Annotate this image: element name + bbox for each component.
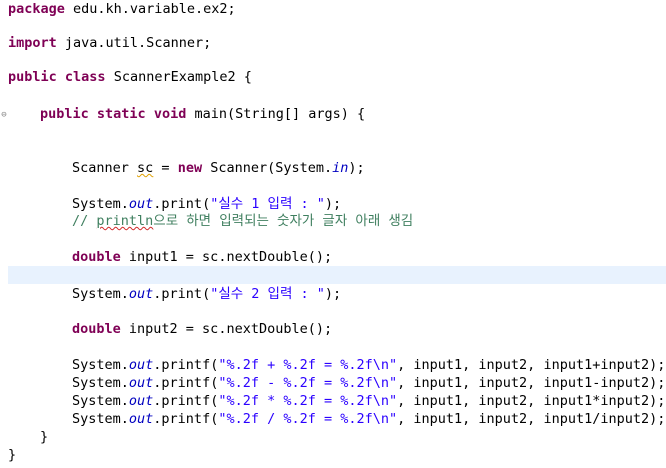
comment-text: 으로 하면 입력되는 숫자가 글자 아래 생김 bbox=[153, 213, 414, 229]
static-field: out bbox=[128, 286, 154, 302]
static-field: out bbox=[128, 411, 154, 427]
keyword: package bbox=[8, 1, 65, 17]
code-text: ); bbox=[348, 160, 365, 176]
code-line-print-1[interactable]: System.out.print("실수 1 입력 : "); bbox=[72, 195, 341, 213]
code-text: .printf( bbox=[153, 357, 219, 373]
code-text: .printf( bbox=[153, 393, 219, 409]
keyword: static bbox=[96, 106, 146, 122]
code-line-printf-add[interactable]: System.out.printf("%.2f + %.2f = %.2f\n"… bbox=[72, 356, 665, 374]
code-text: ScannerExample2 { bbox=[105, 69, 252, 85]
keyword: double bbox=[72, 249, 121, 265]
code-text: main(String[] args) { bbox=[186, 106, 366, 122]
code-line-printf-mul[interactable]: System.out.printf("%.2f * %.2f = %.2f\n"… bbox=[72, 392, 665, 410]
string-literal: "실수 1 입력 : " bbox=[210, 196, 325, 212]
code-text: input1 = sc.nextDouble(); bbox=[120, 249, 333, 265]
fold-collapse-icon[interactable]: ⊖ bbox=[0, 110, 8, 120]
code-line-import[interactable]: import java.util.Scanner; bbox=[8, 34, 211, 52]
code-text: System. bbox=[72, 375, 129, 391]
code-line-package[interactable]: package edu.kh.variable.ex2; bbox=[8, 0, 236, 18]
string-literal: "실수 2 입력 : " bbox=[210, 286, 325, 302]
keyword: new bbox=[177, 160, 203, 176]
code-line-close-method[interactable]: } bbox=[40, 428, 48, 446]
code-line-close-class[interactable]: } bbox=[8, 446, 16, 464]
comment-text: // bbox=[72, 213, 97, 229]
code-text: , input1, input2, input1*input2); bbox=[397, 393, 666, 409]
spelling-error: println bbox=[96, 213, 154, 229]
code-text: System. bbox=[72, 357, 129, 373]
code-text: = bbox=[153, 160, 178, 176]
code-line-main-method[interactable]: public static void main(String[] args) { bbox=[40, 105, 365, 123]
code-line-print-2[interactable]: System.out.print("실수 2 입력 : "); bbox=[72, 285, 341, 303]
code-text: ); bbox=[324, 286, 342, 302]
code-text: .printf( bbox=[153, 411, 219, 427]
static-field: out bbox=[128, 196, 154, 212]
string-literal: "%.2f * %.2f = %.2f\n" bbox=[218, 393, 398, 409]
static-field: out bbox=[128, 357, 154, 373]
unused-variable-warning: sc bbox=[137, 160, 154, 176]
code-editor[interactable]: ⊖ package edu.kh.variable.ex2; import ja… bbox=[0, 0, 666, 468]
string-literal: "%.2f - %.2f = %.2f\n" bbox=[218, 375, 398, 391]
keyword: import bbox=[8, 35, 57, 51]
code-line-comment[interactable]: // println으로 하면 입력되는 숫자가 글자 아래 생김 bbox=[72, 212, 413, 230]
code-line-input1[interactable]: double input1 = sc.nextDouble(); bbox=[72, 248, 332, 266]
code-line-scanner[interactable]: Scanner sc = new Scanner(System.in); bbox=[72, 159, 365, 177]
static-field: out bbox=[128, 375, 154, 391]
code-text: , input1, input2, input1-input2); bbox=[397, 375, 666, 391]
keyword: void bbox=[153, 106, 187, 122]
code-text: System. bbox=[72, 196, 129, 212]
static-field: in bbox=[332, 160, 349, 176]
code-text: , input1, input2, input1+input2); bbox=[397, 357, 666, 373]
code-text: Scanner(System. bbox=[202, 160, 333, 176]
code-line-printf-div[interactable]: System.out.printf("%.2f / %.2f = %.2f\n"… bbox=[72, 410, 665, 428]
code-text: System. bbox=[72, 286, 129, 302]
code-text: input2 = sc.nextDouble(); bbox=[120, 321, 333, 337]
keyword: public bbox=[8, 69, 57, 85]
code-text: edu.kh.variable.ex2; bbox=[64, 1, 236, 17]
current-line-highlight bbox=[8, 266, 666, 284]
code-line-input2[interactable]: double input2 = sc.nextDouble(); bbox=[72, 320, 332, 338]
code-line-printf-sub[interactable]: System.out.printf("%.2f - %.2f = %.2f\n"… bbox=[72, 374, 665, 392]
keyword: public bbox=[40, 106, 89, 122]
keyword: double bbox=[72, 321, 121, 337]
keyword: class bbox=[64, 69, 106, 85]
code-text: System. bbox=[72, 411, 129, 427]
code-text: .printf( bbox=[153, 375, 219, 391]
code-text: java.util.Scanner; bbox=[56, 35, 212, 51]
code-text: , input1, input2, input1/input2); bbox=[397, 411, 666, 427]
code-text: .print( bbox=[153, 286, 211, 302]
code-text: Scanner bbox=[72, 160, 138, 176]
code-text: ); bbox=[324, 196, 342, 212]
code-text: .print( bbox=[153, 196, 211, 212]
code-text: System. bbox=[72, 393, 129, 409]
string-literal: "%.2f / %.2f = %.2f\n" bbox=[218, 411, 398, 427]
string-literal: "%.2f + %.2f = %.2f\n" bbox=[218, 357, 398, 373]
code-line-class[interactable]: public class ScannerExample2 { bbox=[8, 68, 252, 86]
static-field: out bbox=[128, 393, 154, 409]
